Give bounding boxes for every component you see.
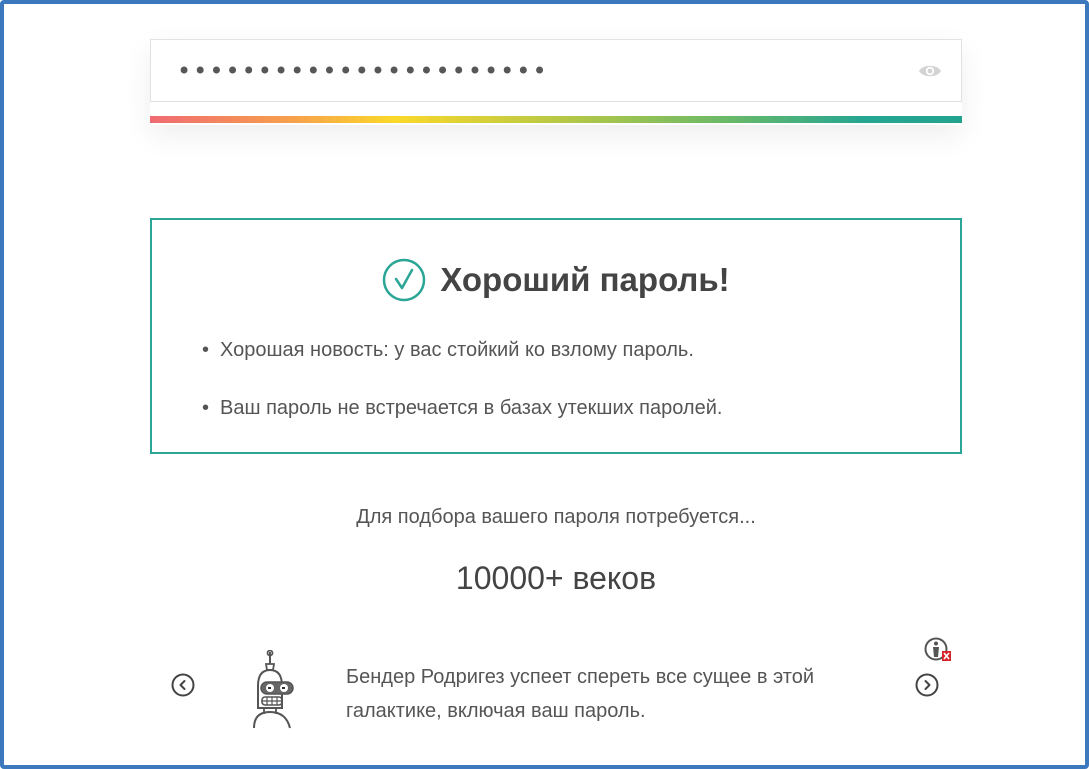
crack-time-label: Для подбора вашего пароля потребуется... [356, 506, 756, 528]
password-panel: ••••••••••••••••••••••• [150, 39, 962, 125]
result-bullet: Ваш пароль не встречается в базах утекши… [202, 396, 722, 454]
result-title: Хороший пароль! [440, 261, 730, 298]
result-panel: Хороший пароль! Хорошая новость: у вас с… [150, 218, 962, 454]
bender-robot-icon [246, 649, 302, 730]
carousel-text: Бендер Родригез успеет спереть все сущее… [346, 666, 815, 722]
app-frame: ••••••••••••••••••••••• Хороший пароль! [0, 0, 1089, 769]
result-bullet: Хорошая новость: у вас стойкий ко взлому… [202, 338, 722, 396]
chevron-right-icon [915, 673, 939, 697]
carousel-next-button[interactable] [915, 673, 939, 697]
check-circle-icon [382, 258, 426, 302]
eye-icon[interactable] [917, 61, 943, 81]
crack-time-value: 10000+ веков [455, 560, 657, 596]
ad-block-icon[interactable] [924, 637, 952, 663]
password-masked-value: ••••••••••••••••••••••• [177, 57, 549, 85]
password-strength-bar [150, 116, 962, 123]
result-heading: Хороший пароль! [152, 256, 960, 304]
chevron-left-icon [171, 673, 195, 697]
carousel-prev-button[interactable] [171, 673, 195, 697]
password-input[interactable]: ••••••••••••••••••••••• [150, 39, 962, 102]
result-list: Хорошая новость: у вас стойкий ко взлому… [202, 338, 722, 454]
